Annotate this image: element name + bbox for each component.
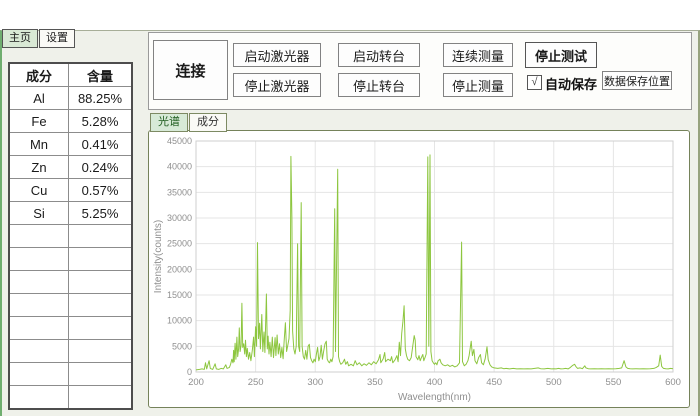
y-tick-label: 40000	[167, 162, 192, 172]
table-header-row: 成分 含量	[9, 63, 132, 87]
table-row: Zn0.24%	[9, 156, 132, 179]
composition-table-body: Al88.25%Fe5.28%Mn0.41%Zn0.24%Cu0.57%Si5.…	[9, 87, 132, 410]
y-tick-label: 5000	[172, 341, 192, 351]
x-tick-label: 400	[427, 377, 443, 388]
start-laser-button[interactable]: 启动激光器	[233, 43, 321, 67]
chart-tab-spectrum[interactable]: 光谱	[150, 113, 188, 132]
table-row	[9, 248, 132, 271]
table-row	[9, 386, 132, 410]
col-header-content: 含量	[69, 63, 133, 87]
chart-tab-bar: 光谱成分	[150, 113, 228, 132]
y-tick-label: 30000	[167, 213, 192, 223]
table-row: Si5.25%	[9, 202, 132, 225]
app-window: 主页设置 成分 含量 Al88.25%Fe5.28%Mn0.41%Zn0.24%…	[0, 0, 700, 416]
table-row	[9, 225, 132, 248]
table-row	[9, 317, 132, 340]
stop-laser-button[interactable]: 停止激光器	[233, 73, 321, 97]
col-header-component: 成分	[9, 63, 69, 87]
table-row: Mn0.41%	[9, 133, 132, 156]
y-tick-label: 35000	[167, 187, 192, 197]
connect-button[interactable]: 连接	[153, 40, 228, 100]
x-axis-title: Wavelength(nm)	[398, 392, 471, 403]
table-row	[9, 340, 132, 363]
auto-save-checkbox[interactable]: √	[527, 75, 542, 90]
continuous-measure-button[interactable]: 连续测量	[443, 43, 513, 67]
table-row	[9, 294, 132, 317]
chart-tab-composition[interactable]: 成分	[189, 113, 227, 132]
table-row: Cu0.57%	[9, 179, 132, 202]
stop-measure-button[interactable]: 停止测量	[443, 73, 513, 97]
table-row	[9, 271, 132, 294]
table-row: Fe5.28%	[9, 110, 132, 133]
y-tick-label: 0	[187, 367, 192, 377]
x-tick-label: 550	[605, 377, 621, 388]
x-tick-label: 250	[248, 377, 264, 388]
auto-save-label: 自动保存	[545, 74, 597, 93]
y-tick-label: 45000	[167, 136, 192, 146]
stop-test-button[interactable]: 停止测试	[525, 42, 597, 68]
y-tick-label: 20000	[167, 264, 192, 274]
x-tick-label: 200	[188, 377, 204, 388]
y-tick-label: 15000	[167, 290, 192, 300]
x-tick-label: 350	[367, 377, 383, 388]
stop-turntable-button[interactable]: 停止转台	[338, 73, 420, 97]
y-axis-title: Intensity(counts)	[153, 220, 164, 293]
top-tab-settings[interactable]: 设置	[39, 29, 75, 48]
x-tick-label: 450	[486, 377, 502, 388]
table-row: Al88.25%	[9, 87, 132, 110]
x-tick-label: 300	[307, 377, 323, 388]
top-tab-home[interactable]: 主页	[2, 29, 38, 48]
composition-table: 成分 含量 Al88.25%Fe5.28%Mn0.41%Zn0.24%Cu0.5…	[8, 62, 133, 410]
chart-panel: 0 5000 10000 15000 20000 25000 30000 35000 40000…	[148, 130, 690, 408]
table-row	[9, 363, 132, 386]
x-tick-label: 600	[665, 377, 681, 388]
top-tab-bar: 主页设置	[2, 29, 76, 48]
start-turntable-button[interactable]: 启动转台	[338, 43, 420, 67]
y-tick-label: 25000	[167, 239, 192, 249]
data-save-location-button[interactable]: 数据保存位置	[602, 71, 672, 90]
x-tick-label: 500	[546, 377, 562, 388]
spectrum-chart: 0 5000 10000 15000 20000 25000 30000 35000 40000…	[149, 131, 689, 407]
y-tick-label: 10000	[167, 316, 192, 326]
